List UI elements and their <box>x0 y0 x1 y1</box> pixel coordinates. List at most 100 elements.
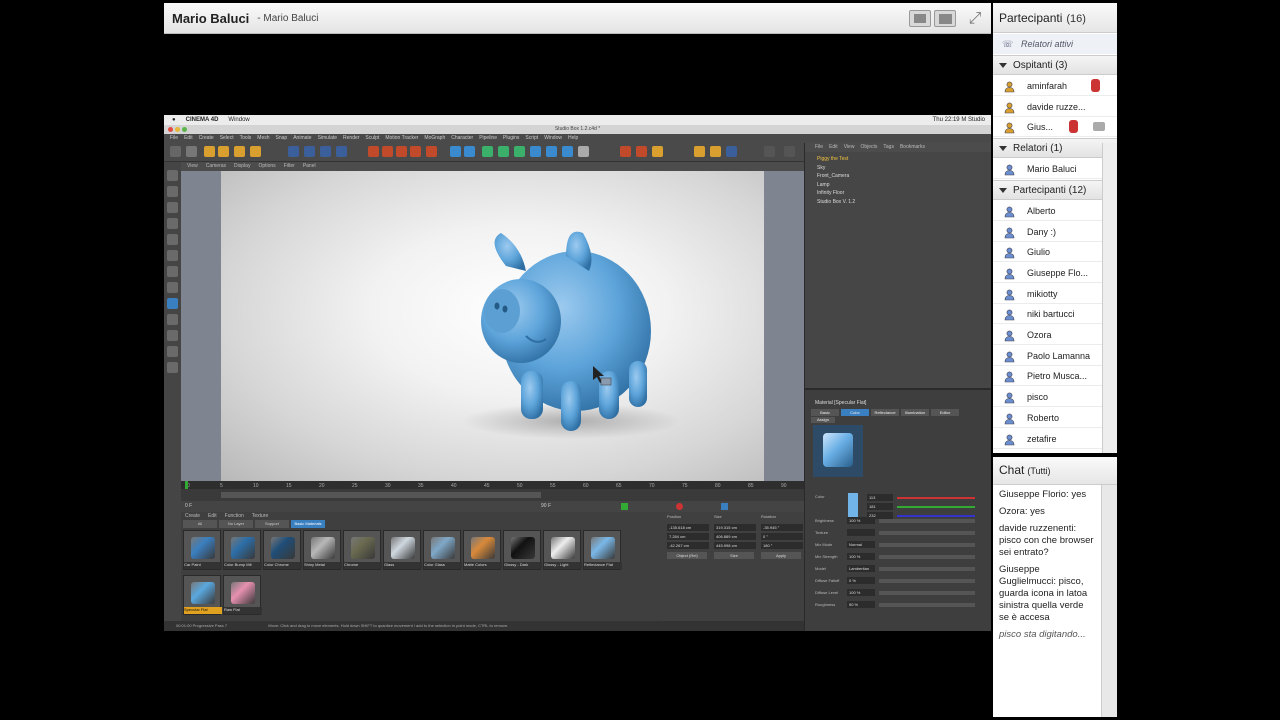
object-row[interactable]: Front_Camera <box>805 172 991 180</box>
coord-field[interactable]: 445.998 cm <box>714 542 756 549</box>
attr-field-value[interactable] <box>847 529 875 536</box>
c4d-menu-item[interactable]: Character <box>451 135 473 141</box>
material-tab[interactable]: No Layer <box>219 520 253 528</box>
attr-field-value[interactable]: 0 % <box>847 577 875 584</box>
object-manager-menu-item[interactable]: Objects <box>860 144 877 150</box>
polygons-mode-icon[interactable] <box>652 146 663 157</box>
object-manager-menu-item[interactable]: Bookmarks <box>900 144 925 150</box>
y-axis-icon[interactable] <box>304 146 315 157</box>
frame-end[interactable]: 90 F <box>541 503 551 509</box>
scale-icon[interactable] <box>234 146 245 157</box>
knife-icon[interactable] <box>167 234 178 245</box>
participant-row[interactable]: Giulio <box>993 242 1117 263</box>
c4d-menu-item[interactable]: Snap <box>276 135 288 141</box>
material-swatch[interactable]: Specular Flat <box>183 575 222 615</box>
coord-field[interactable]: 180 ° <box>761 542 803 549</box>
material-swatch[interactable]: Matte Colors <box>463 530 502 570</box>
move-icon[interactable] <box>218 146 229 157</box>
object-row[interactable]: Studio Box V. 1.2 <box>805 198 991 206</box>
participant-row[interactable]: Giuseppe Flo... <box>993 263 1117 283</box>
coord-field[interactable]: -42.267 cm <box>667 542 709 549</box>
attr-tab[interactable]: Reflectance <box>871 409 899 416</box>
c4d-menu-item[interactable]: Mesh <box>257 135 269 141</box>
c4d-menu-item[interactable]: Window <box>544 135 562 141</box>
material-swatch[interactable]: Reflectance Flat <box>583 530 622 570</box>
timeline[interactable]: 0 5 10 15 20 25 30 35 40 45 50 55 60 65 70 75 80 85 90 <box>181 481 804 501</box>
material-menu-item[interactable]: Function <box>225 513 244 519</box>
attr-tab[interactable]: Illumination <box>901 409 929 416</box>
object-manager-menu-item[interactable]: Edit <box>829 144 838 150</box>
coord-field[interactable]: -35.945 ° <box>761 524 803 531</box>
material-swatch[interactable]: Color Chrome <box>263 530 302 570</box>
light-icon[interactable] <box>578 146 589 157</box>
object-manager-menu-item[interactable]: View <box>844 144 855 150</box>
collapse-triangle-icon[interactable] <box>999 63 1007 68</box>
attr-field-slider[interactable] <box>879 543 975 547</box>
render-view-icon[interactable] <box>382 146 393 157</box>
coord-button[interactable]: Size <box>714 552 754 559</box>
c4d-menu-item[interactable]: Create <box>199 135 214 141</box>
rgb-value[interactable]: 113 <box>867 494 893 501</box>
participant-row[interactable]: pisco <box>993 387 1117 408</box>
frame-start[interactable]: 0 F <box>185 503 192 509</box>
attr-field-slider[interactable] <box>879 555 975 559</box>
object-manager-menu-item[interactable]: File <box>815 144 823 150</box>
cube-icon[interactable] <box>450 146 461 157</box>
timeline-track[interactable] <box>181 481 804 489</box>
attr-field-value[interactable]: 100 % <box>847 589 875 596</box>
make-editable-icon[interactable] <box>167 170 178 181</box>
timeline-range-slider[interactable] <box>221 492 541 498</box>
attr-field-value[interactable]: 100 % <box>847 517 875 524</box>
object-row[interactable]: Piggy the Test <box>805 155 991 163</box>
object-row[interactable]: Infinity Floor <box>805 189 991 197</box>
c4d-menu-item[interactable]: MoGraph <box>424 135 445 141</box>
material-swatch[interactable]: Color Glass <box>423 530 462 570</box>
edges-mode-icon[interactable] <box>636 146 647 157</box>
participant-row[interactable]: Pietro Musca... <box>993 366 1117 387</box>
extrude-icon[interactable] <box>167 250 178 261</box>
participant-row[interactable]: davide ruzze... <box>993 97 1117 117</box>
object-row[interactable]: Sky <box>805 164 991 172</box>
viewport[interactable] <box>181 171 804 481</box>
attr-tab[interactable]: Editor <box>931 409 959 416</box>
material-tab[interactable]: All <box>183 520 217 528</box>
viewport-menu-item[interactable]: Display <box>234 163 250 169</box>
c4d-menu-item[interactable]: File <box>170 135 178 141</box>
material-tab[interactable]: Basic Materials <box>291 520 325 528</box>
material-menu-item[interactable]: Create <box>185 513 200 519</box>
c4d-menu-item[interactable]: Edit <box>184 135 193 141</box>
rgb-slider[interactable] <box>897 506 975 508</box>
lock-icon[interactable] <box>167 346 178 357</box>
timeline-ruler[interactable]: 0 5 10 15 20 25 30 35 40 45 50 55 60 65 70 75 80 85 90 <box>181 481 804 501</box>
c4d-menu-item[interactable]: Script <box>525 135 538 141</box>
rgb-slider[interactable] <box>897 497 975 499</box>
model-mode-icon[interactable] <box>694 146 705 157</box>
brush-icon[interactable] <box>167 202 178 213</box>
polygon-tool-icon[interactable] <box>167 186 178 197</box>
material-swatch[interactable]: Car Paint <box>183 530 222 570</box>
scene-icon[interactable] <box>546 146 557 157</box>
chat-scope[interactable]: (Tutti) <box>1027 466 1050 476</box>
workplane-icon[interactable] <box>167 330 178 341</box>
material-menu-item[interactable]: Edit <box>208 513 217 519</box>
attr-field-slider[interactable] <box>879 567 975 571</box>
z-axis-icon[interactable] <box>320 146 331 157</box>
array-icon[interactable] <box>498 146 509 157</box>
participant-row[interactable]: Gius... <box>993 117 1117 138</box>
subdivision-icon[interactable] <box>482 146 493 157</box>
c4d-menu-item[interactable]: Select <box>220 135 234 141</box>
coord-field[interactable]: 0 ° <box>761 533 803 540</box>
coord-field[interactable]: 319.315 cm <box>714 524 756 531</box>
points-mode-icon[interactable] <box>620 146 631 157</box>
sculpt-icon[interactable] <box>167 282 178 293</box>
camera-icon[interactable] <box>562 146 573 157</box>
participant-row[interactable]: Mario Baluci <box>993 159 1117 180</box>
viewport-menu-item[interactable]: Filter <box>284 163 295 169</box>
texture-mode-icon[interactable] <box>710 146 721 157</box>
viewport-menu-item[interactable]: View <box>187 163 198 169</box>
viewport-menu-item[interactable]: Cameras <box>206 163 226 169</box>
boole-icon[interactable] <box>514 146 525 157</box>
rgb-slider[interactable] <box>897 515 975 517</box>
material-swatch[interactable]: Shiny Metal <box>303 530 342 570</box>
c4d-menu-item[interactable]: Help <box>568 135 578 141</box>
